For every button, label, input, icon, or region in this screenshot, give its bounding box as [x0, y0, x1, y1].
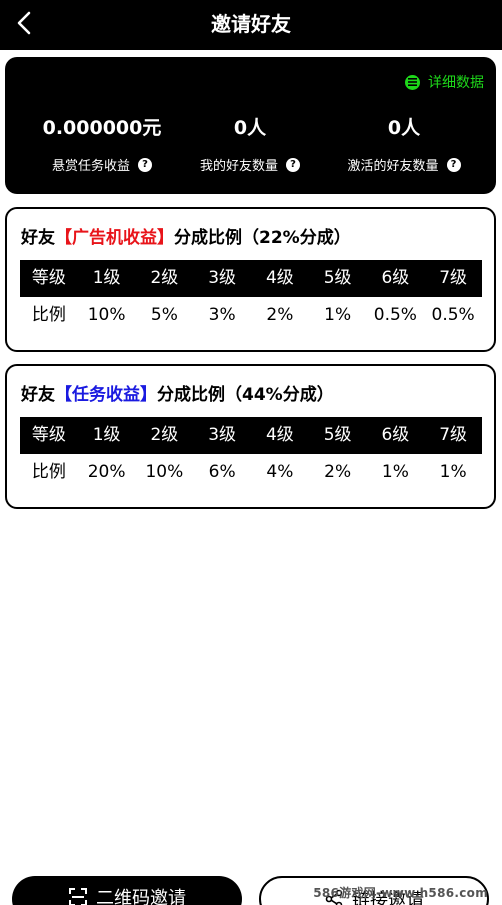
table-header-cell: 等级	[31, 268, 66, 288]
detail-data-link[interactable]: 详细数据	[405, 72, 484, 92]
task-earnings-stat: 0.000000元 悬赏任务收益 ?	[27, 115, 177, 174]
qr-scan-icon	[69, 888, 87, 905]
table-header-cell: 3级	[208, 425, 237, 445]
site-watermark: 586游戏网-www.h586.com	[313, 886, 488, 900]
active-friend-count-label: 激活的好友数量	[347, 159, 439, 174]
task-ratio-title-prefix: 好友	[21, 385, 55, 405]
table-cell: 10%	[87, 305, 126, 325]
task-ratio-table: 等级 1级 2级 3级 4级 5级 6级 7级 比例 20% 10% 6% 4%…	[20, 417, 482, 491]
table-header-cell: 4级	[265, 268, 294, 288]
table-cell: 1%	[381, 462, 409, 482]
earnings-stats-card: 详细数据 0.000000元 悬赏任务收益 ? 0人 我的好友数量 ? 0人 激…	[5, 57, 496, 194]
task-revenue-ratio-card: 好友【任务收益】分成比例（44%分成） 等级 1级 2级 3级 4级 5级 6级…	[5, 364, 496, 509]
help-icon[interactable]: ?	[138, 157, 152, 172]
table-cell: 比例	[31, 462, 66, 482]
ad-ratio-title-suffix: 分成比例（22%分成）	[174, 228, 351, 248]
table-cell: 2%	[324, 462, 352, 482]
table-cell: 比例	[31, 305, 66, 325]
page-title: 邀请好友	[211, 12, 291, 36]
table-cell: 0.5%	[373, 305, 417, 325]
table-cell: 5%	[150, 305, 178, 325]
task-ratio-title: 好友【任务收益】分成比例（44%分成）	[21, 380, 334, 405]
qr-code-invite-label: 二维码邀请	[96, 888, 186, 905]
table-cell: 2%	[266, 305, 294, 325]
ad-ratio-table: 等级 1级 2级 3级 4级 5级 6级 7级 比例 10% 5% 3% 2% …	[20, 260, 482, 334]
table-header-cell: 2级	[150, 425, 179, 445]
table-header-cell: 5级	[323, 268, 352, 288]
table-cell: 1%	[439, 462, 467, 482]
table-header-cell: 3级	[208, 268, 237, 288]
table-header-cell: 等级	[31, 425, 66, 445]
table-cell: 4%	[266, 462, 294, 482]
ad-ratio-title: 好友【广告机收益】分成比例（22%分成）	[21, 223, 351, 248]
list-icon	[405, 74, 420, 90]
task-ratio-title-suffix: 分成比例（44%分成）	[157, 385, 334, 405]
table-cell: 3%	[208, 305, 236, 325]
ad-ratio-title-highlight: 【广告机收益】	[55, 228, 174, 248]
task-ratio-value-row: 比例 20% 10% 6% 4% 2% 1% 1%	[20, 454, 482, 491]
help-icon[interactable]: ?	[286, 157, 300, 172]
friend-count-label: 我的好友数量	[199, 159, 278, 174]
task-earnings-label: 悬赏任务收益	[51, 159, 130, 174]
task-ratio-title-highlight: 【任务收益】	[55, 385, 157, 405]
task-ratio-header-row: 等级 1级 2级 3级 4级 5级 6级 7级	[20, 417, 482, 454]
table-cell: 20%	[87, 462, 126, 482]
table-cell: 6%	[208, 462, 236, 482]
table-header-cell: 5级	[323, 425, 352, 445]
table-cell: 1%	[324, 305, 352, 325]
table-cell: 10%	[145, 462, 184, 482]
table-header-cell: 1级	[92, 425, 121, 445]
friend-count-stat: 0人 我的好友数量 ?	[175, 115, 325, 174]
ad-ratio-header-row: 等级 1级 2级 3级 4级 5级 6级 7级	[20, 260, 482, 297]
detail-data-label: 详细数据	[428, 75, 484, 91]
active-friend-count-stat: 0人 激活的好友数量 ?	[329, 115, 479, 174]
table-header-cell: 2级	[150, 268, 179, 288]
table-header-cell: 1级	[92, 268, 121, 288]
table-header-cell: 4级	[265, 425, 294, 445]
active-friend-count-value: 0人	[387, 117, 421, 139]
task-earnings-value: 0.000000元	[42, 117, 162, 139]
table-header-cell: 6级	[381, 268, 410, 288]
qr-code-invite-button[interactable]: 二维码邀请	[12, 876, 242, 905]
table-header-cell: 6级	[381, 425, 410, 445]
ad-ratio-title-prefix: 好友	[21, 228, 55, 248]
table-header-cell: 7级	[439, 268, 468, 288]
top-bar: 邀请好友	[0, 0, 502, 50]
ad-revenue-ratio-card: 好友【广告机收益】分成比例（22%分成） 等级 1级 2级 3级 4级 5级 6…	[5, 207, 496, 352]
friend-count-value: 0人	[233, 117, 267, 139]
table-cell: 0.5%	[431, 305, 475, 325]
ad-ratio-value-row: 比例 10% 5% 3% 2% 1% 0.5% 0.5%	[20, 297, 482, 334]
help-icon[interactable]: ?	[446, 157, 461, 172]
table-header-cell: 7级	[439, 425, 468, 445]
